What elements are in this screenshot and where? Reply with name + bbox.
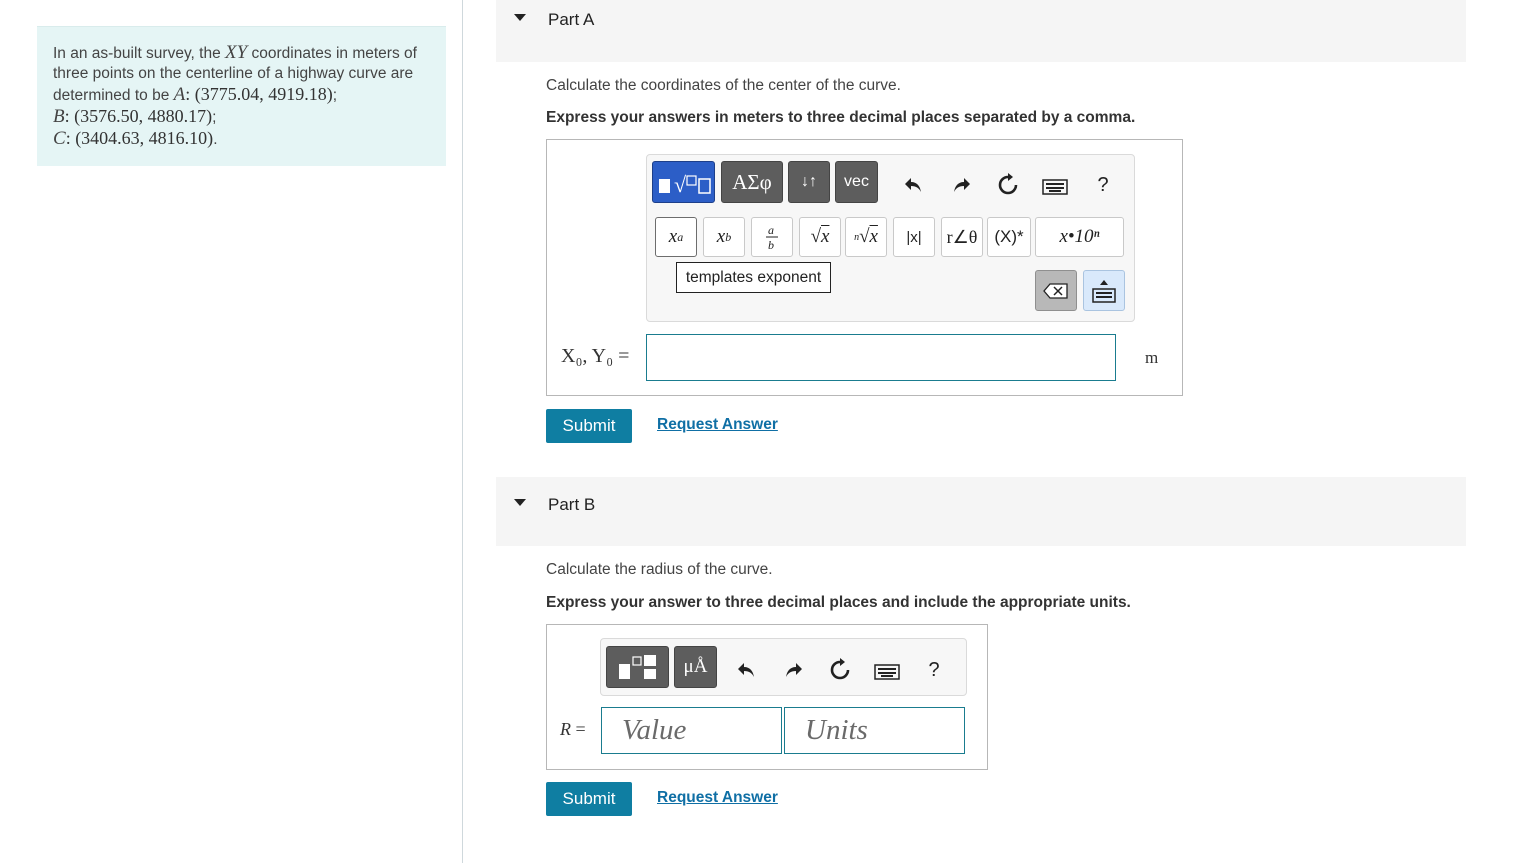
separator: ; — [212, 109, 217, 126]
part-a-title: Part A — [548, 10, 595, 29]
templates-button[interactable] — [606, 646, 669, 688]
problem-statement: In an as-built survey, the XY coordinate… — [37, 26, 446, 166]
value-placeholder: Value — [622, 714, 687, 746]
part-b-header[interactable]: Part B — [496, 477, 1466, 546]
point-c-coords: : (3404.63, 4816.10) — [65, 128, 214, 148]
help-icon[interactable]: ? — [1088, 170, 1118, 200]
part-a-answer-input[interactable] — [646, 334, 1116, 381]
column-divider — [462, 0, 463, 863]
point-a-coords: : (3775.04, 4919.18) — [185, 84, 333, 104]
backspace-key[interactable] — [1035, 270, 1077, 311]
fraction-template-button[interactable]: ab — [751, 217, 793, 257]
part-a-request-answer-link[interactable]: Request Answer — [657, 416, 778, 434]
keyboard-icon[interactable] — [872, 657, 902, 687]
svg-text:a: a — [768, 223, 774, 237]
part-b-input-label: R = — [560, 719, 586, 739]
svg-text:b: b — [768, 238, 774, 251]
templates-icon — [618, 655, 656, 679]
units-button[interactable]: μÅ — [674, 646, 717, 688]
part-a-submit-button[interactable]: Submit — [546, 409, 632, 443]
part-a-header[interactable]: Part A — [496, 0, 1466, 62]
part-b-submit-button[interactable]: Submit — [546, 782, 632, 816]
part-a-input-label: X₀, Y₀ = — [561, 345, 630, 367]
part-b-instruction-bold: Express your answer to three decimal pla… — [546, 594, 1131, 611]
vector-button[interactable]: vec — [835, 161, 878, 203]
problem-text: In an as-built survey, the XY coordinate… — [53, 43, 430, 150]
separator: . — [213, 131, 218, 148]
undo-icon[interactable] — [731, 655, 761, 685]
polar-angle-template-button[interactable]: r∠θ — [941, 217, 983, 257]
point-b-label: B — [53, 106, 65, 127]
show-keyboard-key[interactable] — [1083, 270, 1125, 311]
problem-text-part: In an as-built survey, the — [53, 45, 226, 62]
undo-icon[interactable] — [898, 170, 928, 200]
collapse-caret-icon[interactable] — [514, 499, 526, 506]
reset-icon[interactable] — [993, 170, 1023, 200]
part-b-request-answer-link[interactable]: Request Answer — [657, 789, 778, 807]
absolute-value-template-button[interactable]: |x| — [893, 217, 935, 257]
collapse-caret-icon[interactable] — [514, 14, 526, 21]
point-a-label: A — [173, 84, 186, 105]
subscript-template-button[interactable]: xb — [703, 217, 745, 257]
tooltip: templates exponent — [676, 262, 831, 293]
part-a-instruction-bold: Express your answers in meters to three … — [546, 109, 1136, 126]
backspace-icon — [1043, 282, 1068, 299]
part-b-units-input[interactable]: Units — [784, 707, 965, 754]
part-b-title: Part B — [548, 495, 596, 514]
conjugate-template-button[interactable]: (X)* — [987, 217, 1031, 257]
separator: ; — [332, 87, 338, 104]
square-root-template-button[interactable]: √ x — [799, 217, 841, 257]
reset-icon[interactable] — [825, 655, 855, 685]
greek-symbols-button[interactable]: ΑΣφ — [721, 161, 783, 203]
part-b-value-input[interactable]: Value — [601, 707, 782, 754]
point-b-coords: : (3576.50, 4880.17) — [64, 106, 213, 126]
svg-text:√: √ — [674, 172, 687, 197]
scientific-notation-template-button[interactable]: x•10ⁿ — [1035, 217, 1124, 257]
nth-root-template-button[interactable]: n √ x — [845, 217, 887, 257]
part-b-instruction: Calculate the radius of the curve. — [546, 561, 773, 578]
xy-symbol: XY — [225, 42, 248, 63]
help-icon[interactable]: ? — [919, 655, 949, 685]
point-c-label: C — [53, 128, 66, 149]
part-a-unit-label: m — [1145, 348, 1159, 367]
redo-icon[interactable] — [947, 170, 977, 200]
templates-button[interactable]: √ — [652, 161, 715, 203]
keyboard-icon[interactable] — [1040, 172, 1070, 202]
arrows-button[interactable]: ↓↑ — [788, 161, 830, 203]
redo-icon[interactable] — [779, 655, 809, 685]
units-placeholder: Units — [805, 714, 868, 746]
templates-icon: √ — [658, 172, 711, 197]
keyboard-up-icon — [1092, 279, 1116, 303]
part-a-instruction: Calculate the coordinates of the center … — [546, 77, 901, 94]
exponent-template-button[interactable]: xa — [655, 217, 697, 257]
